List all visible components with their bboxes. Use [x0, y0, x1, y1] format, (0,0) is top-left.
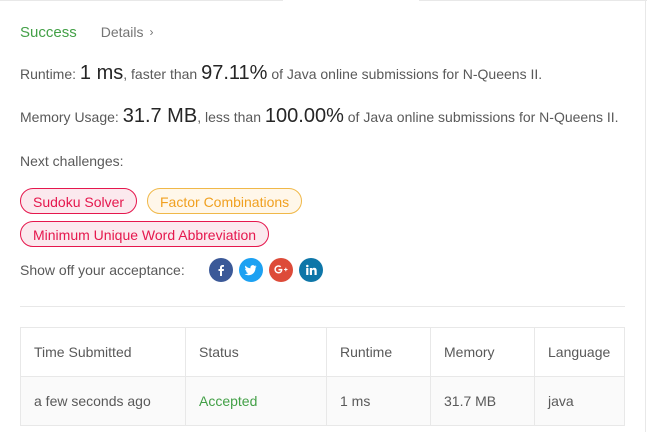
- runtime-label: Runtime:: [20, 66, 80, 82]
- table-row: a few seconds ago Accepted 1 ms 31.7 MB …: [20, 376, 625, 426]
- runtime-mid: , faster than: [123, 66, 202, 82]
- next-challenges-label: Next challenges:: [20, 153, 124, 169]
- runtime-suffix: of Java online submissions for N-Queens …: [267, 66, 543, 82]
- share-label: Show off your acceptance:: [20, 262, 185, 278]
- cell-runtime: 1 ms: [326, 376, 431, 426]
- submissions-table: Time Submitted Status Runtime Memory Lan…: [20, 327, 625, 426]
- twitter-icon[interactable]: [238, 258, 263, 282]
- memory-suffix: of Java online submissions for N-Queens …: [343, 109, 619, 125]
- share-row: Show off your acceptance:: [20, 258, 329, 282]
- google-plus-icon[interactable]: [268, 258, 293, 282]
- cell-memory: 31.7 MB: [430, 376, 535, 426]
- memory-label: Memory Usage:: [20, 109, 123, 125]
- memory-mid: , less than: [197, 109, 265, 125]
- column-header-status[interactable]: Status: [185, 327, 327, 377]
- cell-time-submitted: a few seconds ago: [20, 376, 186, 426]
- memory-percent: 100.00%: [264, 105, 344, 127]
- status-success: Success: [20, 24, 77, 41]
- divider: [20, 306, 625, 307]
- challenge-tag-factor-combinations[interactable]: Factor Combinations: [147, 188, 303, 214]
- cell-language: java: [534, 376, 625, 426]
- linkedin-icon[interactable]: [298, 258, 323, 282]
- status-row: Success Details ›: [20, 24, 154, 41]
- memory-line: Memory Usage: 31.7 MB, less than 100.00%…: [20, 105, 619, 128]
- challenge-tag-minimum-unique-word-abbreviation[interactable]: Minimum Unique Word Abbreviation: [20, 221, 270, 247]
- runtime-percent: 97.11%: [201, 62, 268, 84]
- details-link[interactable]: Details ›: [101, 24, 154, 40]
- runtime-value: 1 ms: [79, 62, 124, 84]
- challenge-tag-sudoku-solver[interactable]: Sudoku Solver: [20, 188, 138, 214]
- right-border: [645, 0, 646, 432]
- facebook-icon[interactable]: [208, 258, 233, 282]
- details-label: Details: [100, 24, 144, 40]
- column-header-memory[interactable]: Memory: [430, 327, 535, 377]
- active-tab-indicator: [283, 0, 419, 2]
- cell-status-accepted[interactable]: Accepted: [185, 376, 327, 426]
- memory-value: 31.7 MB: [122, 105, 198, 127]
- column-header-time-submitted[interactable]: Time Submitted: [20, 327, 186, 377]
- table-header-row: Time Submitted Status Runtime Memory Lan…: [20, 327, 625, 377]
- column-header-language[interactable]: Language: [534, 327, 625, 377]
- runtime-line: Runtime: 1 ms, faster than 97.11% of Jav…: [20, 62, 542, 85]
- column-header-runtime[interactable]: Runtime: [326, 327, 431, 377]
- chevron-right-icon: ›: [149, 25, 154, 39]
